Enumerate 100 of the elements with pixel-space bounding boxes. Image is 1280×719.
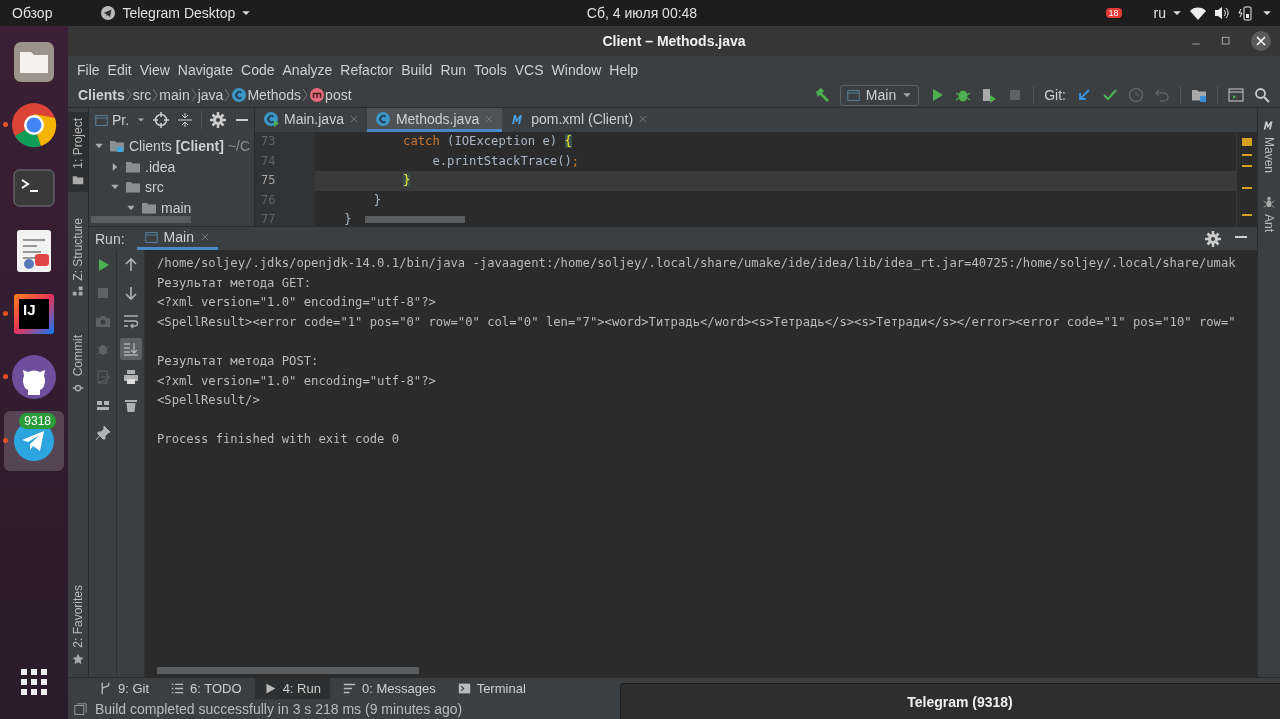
- breadcrumb[interactable]: Clients: [78, 87, 125, 103]
- chevron-icon: [124, 87, 133, 103]
- runnable-class-icon: [263, 110, 279, 127]
- menu-item[interactable]: View: [135, 61, 174, 78]
- tool-window-tab[interactable]: 1: Project: [68, 112, 88, 192]
- tool-window-tab[interactable]: 4: Run: [254, 678, 330, 699]
- editor-tab[interactable]: Methods.java: [366, 108, 503, 132]
- scrollbar-thumb[interactable]: [365, 216, 465, 223]
- folder-grid-icon[interactable]: [1191, 87, 1207, 103]
- volume-icon[interactable]: [1214, 5, 1230, 21]
- tool-window-tab[interactable]: Commit: [68, 329, 88, 400]
- language-menu[interactable]: ru: [1153, 5, 1182, 21]
- menu-item[interactable]: Code: [237, 61, 279, 78]
- tool-window-tab[interactable]: Maven: [1259, 112, 1279, 180]
- chevron-icon: [151, 87, 160, 103]
- ant-icon: [1262, 195, 1276, 210]
- menu-item[interactable]: Analyze: [278, 61, 337, 78]
- tool-window-tab[interactable]: 2: Favorites: [68, 579, 88, 671]
- ide-logo: IJ: [14, 294, 54, 334]
- dock-item[interactable]: 9318: [4, 411, 64, 471]
- tree-item-label[interactable]: Clients [Client]: [129, 138, 224, 155]
- breadcrumb[interactable]: Methods: [247, 87, 302, 103]
- terminal-icon: [12, 166, 56, 210]
- scrollbar-thumb[interactable]: [157, 667, 419, 674]
- tool-window-tab[interactable]: Ant: [1259, 189, 1279, 239]
- gear-icon[interactable]: [210, 112, 227, 128]
- breadcrumb[interactable]: main: [159, 87, 190, 103]
- hammer-icon[interactable]: [813, 87, 830, 103]
- soft-wrap-icon: [122, 313, 139, 329]
- messages-icon: [342, 682, 356, 695]
- collapse-all-icon[interactable]: [177, 112, 194, 128]
- panel-title[interactable]: Pr.: [112, 112, 130, 128]
- console-line: <SpellResult><error code="1" pos="0" row="0" col="0" len="7"><word>Титрадь</word><s>Тетрадь</s><s>Тетради</s></error><error code="1" pos="10" row=": [157, 313, 1237, 331]
- tool-window-tab[interactable]: 0: Messages: [333, 678, 445, 699]
- tree-item-label[interactable]: src: [145, 179, 164, 196]
- menu-item[interactable]: Edit: [103, 61, 136, 78]
- tool-window-tab[interactable]: Terminal: [448, 678, 535, 699]
- breadcrumb[interactable]: post: [325, 87, 352, 103]
- folder-icon: [72, 173, 84, 186]
- dock-item[interactable]: IJ: [4, 284, 64, 344]
- notification-badge[interactable]: 18: [1105, 8, 1122, 18]
- arrow-icon[interactable]: [1076, 87, 1092, 103]
- class-icon: [374, 110, 391, 127]
- console-line: Результат метода POST:: [157, 352, 320, 370]
- warning-marker: [1242, 214, 1252, 216]
- window-icon[interactable]: [1228, 87, 1244, 103]
- layout-toggle-icon[interactable]: [74, 702, 87, 716]
- method-icon: [309, 87, 326, 103]
- menu-item[interactable]: Tools: [470, 61, 511, 78]
- console-line: Результат метода GET:: [157, 274, 313, 292]
- module-folder-icon: [109, 138, 125, 155]
- check-icon[interactable]: [1102, 87, 1118, 103]
- menu-item[interactable]: Run: [436, 61, 471, 78]
- tool-window-tab[interactable]: 6: TODO: [162, 678, 251, 699]
- window-icon: [95, 113, 108, 127]
- path-text: ~/C: [227, 138, 251, 155]
- caret-icon: [137, 116, 146, 124]
- run-configuration-dropdown[interactable]: Main: [839, 84, 920, 106]
- folder-icon: [125, 179, 141, 196]
- clock[interactable]: Сб, 4 июля 00:48: [586, 5, 698, 21]
- notification-popup[interactable]: Telegram (9318): [620, 683, 1280, 719]
- tree-item-label[interactable]: main: [161, 199, 192, 216]
- maximize-icon[interactable]: [1220, 35, 1232, 47]
- search-icon[interactable]: [1254, 87, 1270, 103]
- app-grid-icon[interactable]: [19, 667, 49, 697]
- activities-button[interactable]: Обзор: [12, 5, 53, 21]
- menu-item[interactable]: Navigate: [173, 61, 238, 78]
- console-line: /home/soljey/.jdks/openjdk-14.0.1/bin/java -javaagent:/home/soljey/.local/share/umake/ide/idea/lib/idea_rt.jar=40725:/home/soljey/.local/share/umak: [157, 255, 1237, 272]
- structure-icon: [72, 285, 84, 298]
- breadcrumb[interactable]: src: [132, 87, 152, 103]
- menu-item[interactable]: Build: [397, 61, 437, 78]
- crosshair-icon[interactable]: [153, 112, 170, 128]
- notification-title: Telegram (9318): [907, 694, 1013, 712]
- menu-item[interactable]: Refactor: [336, 61, 398, 78]
- battery-icon[interactable]: [1238, 5, 1254, 21]
- menu-item[interactable]: Help: [605, 61, 643, 78]
- run-label: Run:: [95, 230, 125, 247]
- coverage-icon[interactable]: [981, 87, 998, 103]
- menu-item[interactable]: VCS: [510, 61, 548, 78]
- wifi-icon[interactable]: [1190, 5, 1206, 21]
- close-icon[interactable]: [1250, 30, 1272, 52]
- warning-marker: [1242, 154, 1252, 156]
- chevron-icon: [189, 87, 198, 103]
- branch-icon: [99, 682, 112, 695]
- breadcrumb[interactable]: java: [197, 87, 224, 103]
- scrollbar-thumb[interactable]: [91, 216, 191, 223]
- tool-button[interactable]: [119, 338, 142, 360]
- editor-tab[interactable]: pom.xml (Client): [502, 108, 657, 132]
- gear-icon[interactable]: [1205, 230, 1221, 247]
- menu-item[interactable]: File: [73, 61, 104, 78]
- tool-window-tab[interactable]: 9: Git: [90, 678, 159, 699]
- tool-window-tab[interactable]: Z: Structure: [68, 211, 88, 304]
- trash-icon: [122, 397, 139, 413]
- editor-tab[interactable]: Main.java: [255, 108, 367, 132]
- star-icon: [72, 653, 84, 665]
- tree-item-label[interactable]: .idea: [145, 158, 176, 175]
- menu-item[interactable]: Window: [547, 61, 606, 78]
- app-menu[interactable]: Telegram Desktop: [100, 5, 252, 21]
- window-icon: [846, 88, 860, 102]
- chevron-icon: [223, 87, 232, 103]
